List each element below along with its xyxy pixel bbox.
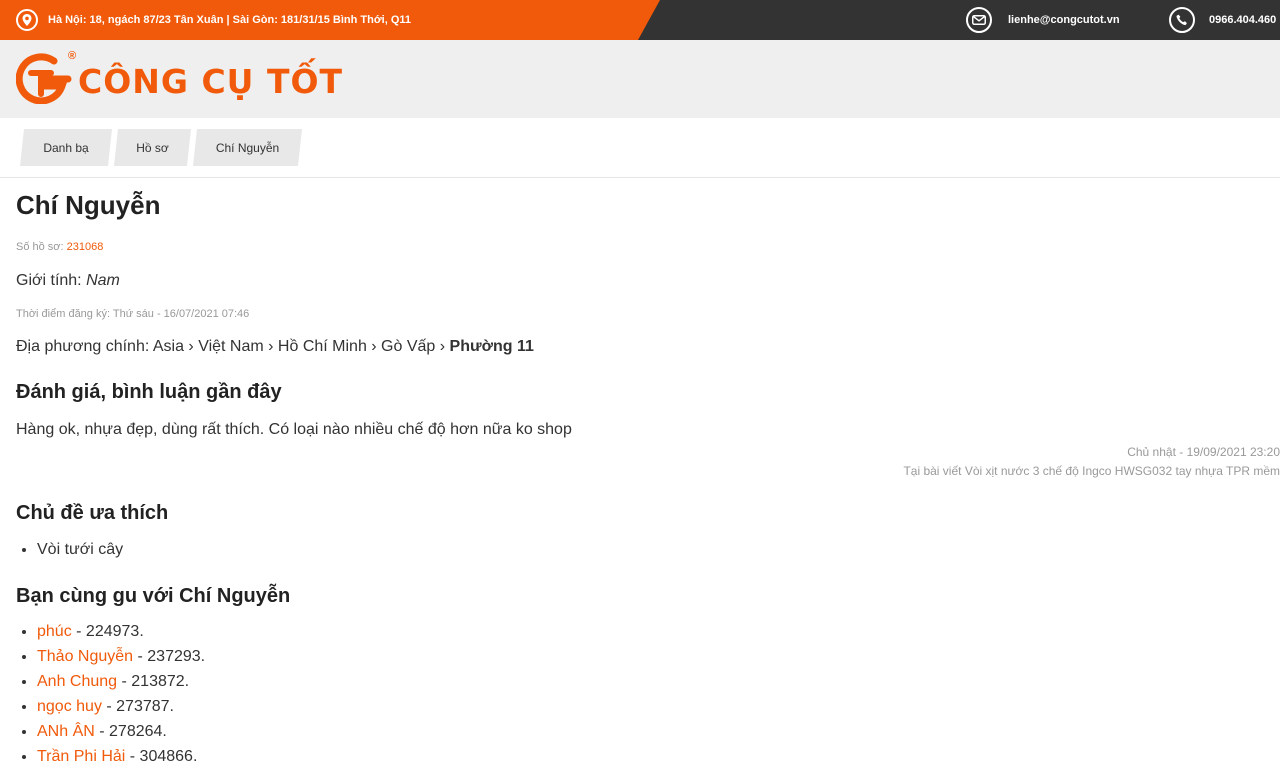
- breadcrumb-item-directory[interactable]: Danh bạ: [20, 129, 112, 166]
- location-last: Phường 11: [449, 338, 534, 355]
- location-label: Địa phương chính:: [16, 338, 150, 355]
- list-item: Vòi tưới cây: [37, 537, 123, 562]
- registered-time: Thời điểm đăng ký: Thứ sáu - 16/07/2021 …: [16, 308, 250, 320]
- address-text: Hà Nội: 18, ngách 87/23 Tân Xuân | Sài G…: [48, 14, 412, 26]
- phone-icon: [1169, 7, 1195, 33]
- review-source-link[interactable]: Tại bài viết Vòi xịt nước 3 chế độ Ingco…: [903, 464, 1280, 478]
- reviews-heading: Đánh giá, bình luận gần đây: [16, 381, 282, 403]
- friend-id: - 273787.: [101, 698, 174, 715]
- phone-item[interactable]: 0966.404.460: [1169, 7, 1276, 33]
- logo-mark-icon: ®: [15, 50, 76, 105]
- location-row: Địa phương chính: Asia › Việt Nam › Hồ C…: [16, 338, 534, 356]
- page-title: Chí Nguyễn: [16, 190, 161, 220]
- logo-text: CÔNG CỤ TỐT: [78, 61, 344, 101]
- address-item: Hà Nội: 18, ngách 87/23 Tân Xuân | Sài G…: [16, 8, 411, 32]
- friend-id: - 237293.: [133, 648, 206, 665]
- email-item[interactable]: lienhe@congcutot.vn: [966, 7, 1120, 33]
- friend-link[interactable]: Trần Phi Hải: [37, 748, 125, 765]
- breadcrumb: Danh bạ Hồ sơ Chí Nguyễn: [0, 118, 1280, 178]
- review-text: Hàng ok, nhựa đẹp, dùng rất thích. Có lo…: [16, 421, 572, 438]
- list-item: Thảo Nguyễn - 237293.: [37, 644, 205, 669]
- profile-id-row: Số hồ sơ: 231068: [16, 241, 103, 253]
- friend-link[interactable]: phúc: [37, 623, 72, 640]
- list-item: phúc - 224973.: [37, 619, 205, 644]
- list-item: Trần Phi Hải - 304866.: [37, 744, 205, 769]
- friend-link[interactable]: ngọc huy: [37, 698, 102, 715]
- list-item: ANh ÂN - 278264.: [37, 719, 205, 744]
- list-item: Anh Chung - 213872.: [37, 669, 205, 694]
- profile-id-label: Số hồ sơ:: [16, 241, 64, 253]
- top-contact-bar: Hà Nội: 18, ngách 87/23 Tân Xuân | Sài G…: [0, 0, 1280, 40]
- review-date: Chủ nhật - 19/09/2021 23:20: [1127, 445, 1280, 459]
- location-path: Asia › Việt Nam › Hồ Chí Minh › Gò Vấp ›: [152, 338, 446, 355]
- friends-heading: Bạn cùng gu với Chí Nguyễn: [16, 585, 291, 607]
- friends-list: phúc - 224973. Thảo Nguyễn - 237293. Anh…: [16, 619, 205, 769]
- email-link[interactable]: lienhe@congcutot.vn: [1008, 14, 1120, 26]
- topics-heading: Chủ đề ưa thích: [16, 502, 169, 524]
- breadcrumb-item-profile[interactable]: Hồ sơ: [114, 129, 191, 166]
- friend-link[interactable]: Thảo Nguyễn: [37, 648, 133, 665]
- site-logo[interactable]: ® CÔNG CỤ TỐT: [15, 50, 344, 105]
- gender-row: Giới tính: Nam: [16, 272, 120, 290]
- registered-mark: ®: [68, 50, 77, 62]
- topic-label: Vòi tưới cây: [37, 541, 124, 558]
- topics-list: Vòi tưới cây: [16, 537, 123, 562]
- location-pin-icon: [16, 9, 38, 31]
- mail-icon: [966, 7, 992, 33]
- friend-link[interactable]: Anh Chung: [37, 673, 117, 690]
- friend-id: - 224973.: [71, 623, 144, 640]
- gender-label: Giới tính:: [16, 272, 82, 289]
- gender-value: Nam: [86, 272, 120, 289]
- list-item: ngọc huy - 273787.: [37, 694, 205, 719]
- friend-link[interactable]: ANh ÂN: [37, 723, 95, 740]
- friend-id: - 278264.: [94, 723, 167, 740]
- friend-id: - 213872.: [117, 673, 190, 690]
- phone-link[interactable]: 0966.404.460: [1209, 14, 1276, 26]
- breadcrumb-item-current[interactable]: Chí Nguyễn: [193, 129, 302, 166]
- header-logo-band: ® CÔNG CỤ TỐT: [0, 40, 1280, 118]
- profile-id-value: 231068: [66, 241, 104, 253]
- friend-id: - 304866.: [125, 748, 198, 765]
